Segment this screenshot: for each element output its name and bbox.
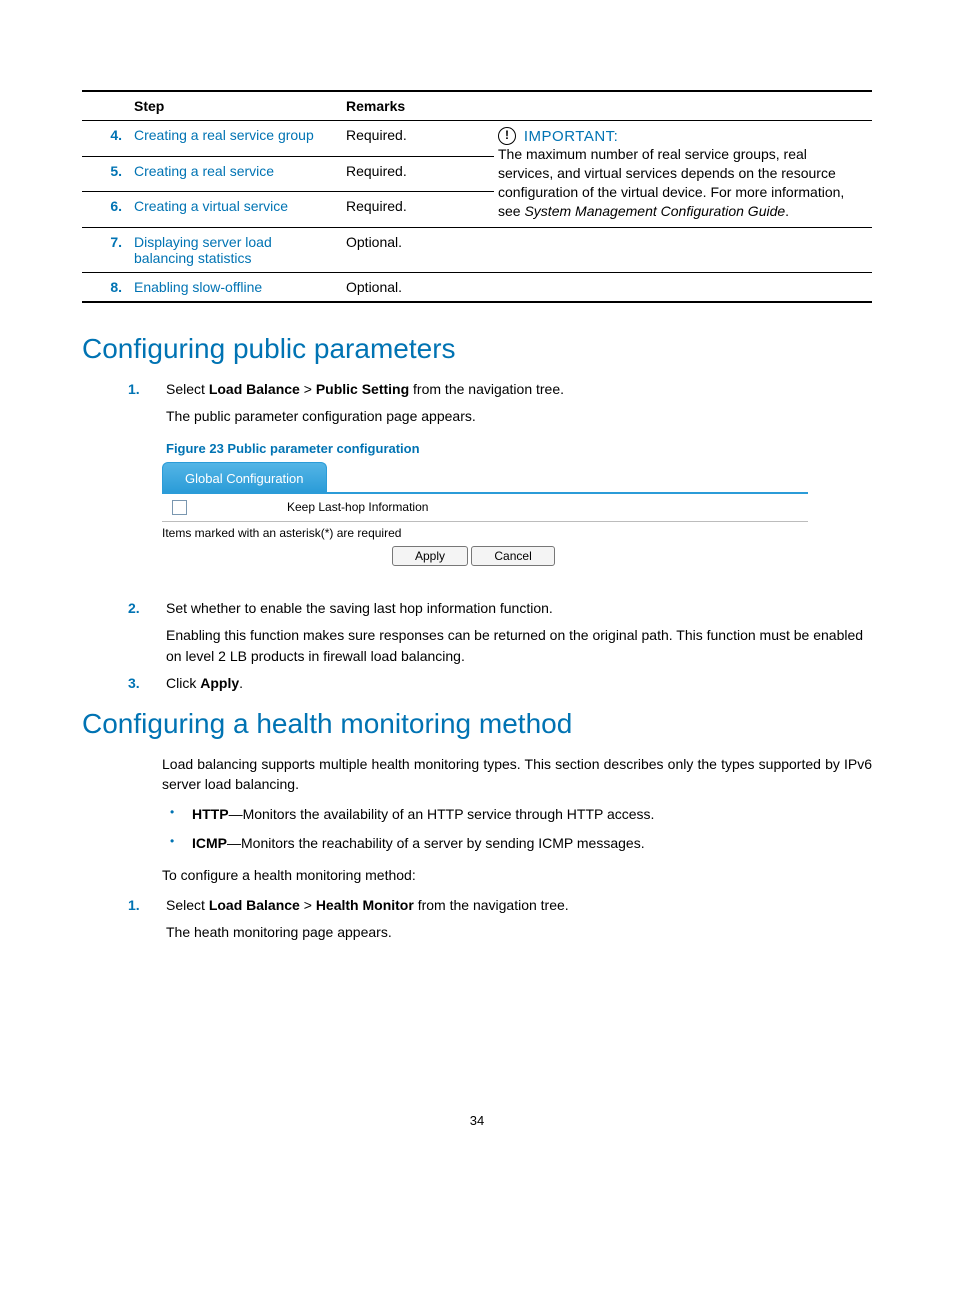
keep-lasthop-checkbox[interactable]: [172, 500, 187, 515]
important-icon: !: [498, 127, 516, 145]
row-num: 4.: [82, 121, 130, 157]
row-num: 5.: [82, 156, 130, 192]
section1-steps: 1. Select Load Balance > Public Setting …: [82, 379, 872, 427]
page-number: 34: [82, 1113, 872, 1128]
row-remark: Required.: [342, 156, 494, 192]
figure-caption: Figure 23 Public parameter configuration: [166, 441, 872, 456]
section1-steps-cont: 2. Set whether to enable the saving last…: [82, 598, 872, 694]
step-sub: The heath monitoring page appears.: [166, 922, 872, 943]
step-link[interactable]: Enabling slow-offline: [134, 279, 262, 295]
row-remark: Optional.: [342, 272, 494, 302]
step-link[interactable]: Displaying server load balancing statist…: [134, 234, 272, 266]
cancel-button[interactable]: Cancel: [471, 546, 554, 566]
row-num: 8.: [82, 272, 130, 302]
proc-intro: To configure a health monitoring method:: [162, 865, 872, 885]
table-row: 7. Displaying server load balancing stat…: [82, 227, 872, 272]
list-item: 1. Select Load Balance > Public Setting …: [166, 379, 872, 427]
list-item: HTTP—Monitors the availability of an HTT…: [162, 804, 872, 824]
row-remark: Required.: [342, 192, 494, 228]
ui-screenshot: Global Configuration Keep Last-hop Infor…: [162, 462, 808, 570]
section2-steps: 1. Select Load Balance > Health Monitor …: [82, 895, 872, 943]
step-link[interactable]: Creating a real service group: [134, 127, 314, 143]
important-callout: ! IMPORTANT:: [498, 127, 864, 145]
step-sub: Enabling this function makes sure respon…: [166, 625, 872, 667]
list-item: 3. Click Apply.: [166, 673, 872, 694]
steps-table: Step Remarks 4. Creating a real service …: [82, 90, 872, 303]
step-sub: The public parameter configuration page …: [166, 406, 872, 427]
row-num: 7.: [82, 227, 130, 272]
section-title-health-monitor: Configuring a health monitoring method: [82, 708, 872, 740]
keep-lasthop-label: Keep Last-hop Information: [287, 500, 428, 514]
step-link[interactable]: Creating a virtual service: [134, 198, 288, 214]
col-header-step: Step: [130, 91, 342, 121]
row-remark: Required.: [342, 121, 494, 157]
health-intro: Load balancing supports multiple health …: [162, 754, 872, 795]
section-title-public-params: Configuring public parameters: [82, 333, 872, 365]
list-item: 2. Set whether to enable the saving last…: [166, 598, 872, 667]
table-row: 4. Creating a real service group Require…: [82, 121, 872, 157]
col-header-remarks: Remarks: [342, 91, 494, 121]
table-row: 8. Enabling slow-offline Optional.: [82, 272, 872, 302]
apply-button[interactable]: Apply: [392, 546, 468, 566]
list-item: 1. Select Load Balance > Health Monitor …: [166, 895, 872, 943]
row-num: 6.: [82, 192, 130, 228]
asterisk-note: Items marked with an asterisk(*) are req…: [162, 522, 808, 544]
list-item: ICMP—Monitors the reachability of a serv…: [162, 833, 872, 853]
protocol-list: HTTP—Monitors the availability of an HTT…: [162, 804, 872, 853]
important-text: The maximum number of real service group…: [498, 145, 864, 221]
important-label: IMPORTANT:: [524, 128, 618, 145]
step-link[interactable]: Creating a real service: [134, 163, 274, 179]
tab-global-config[interactable]: Global Configuration: [162, 462, 327, 492]
row-remark: Optional.: [342, 227, 494, 272]
